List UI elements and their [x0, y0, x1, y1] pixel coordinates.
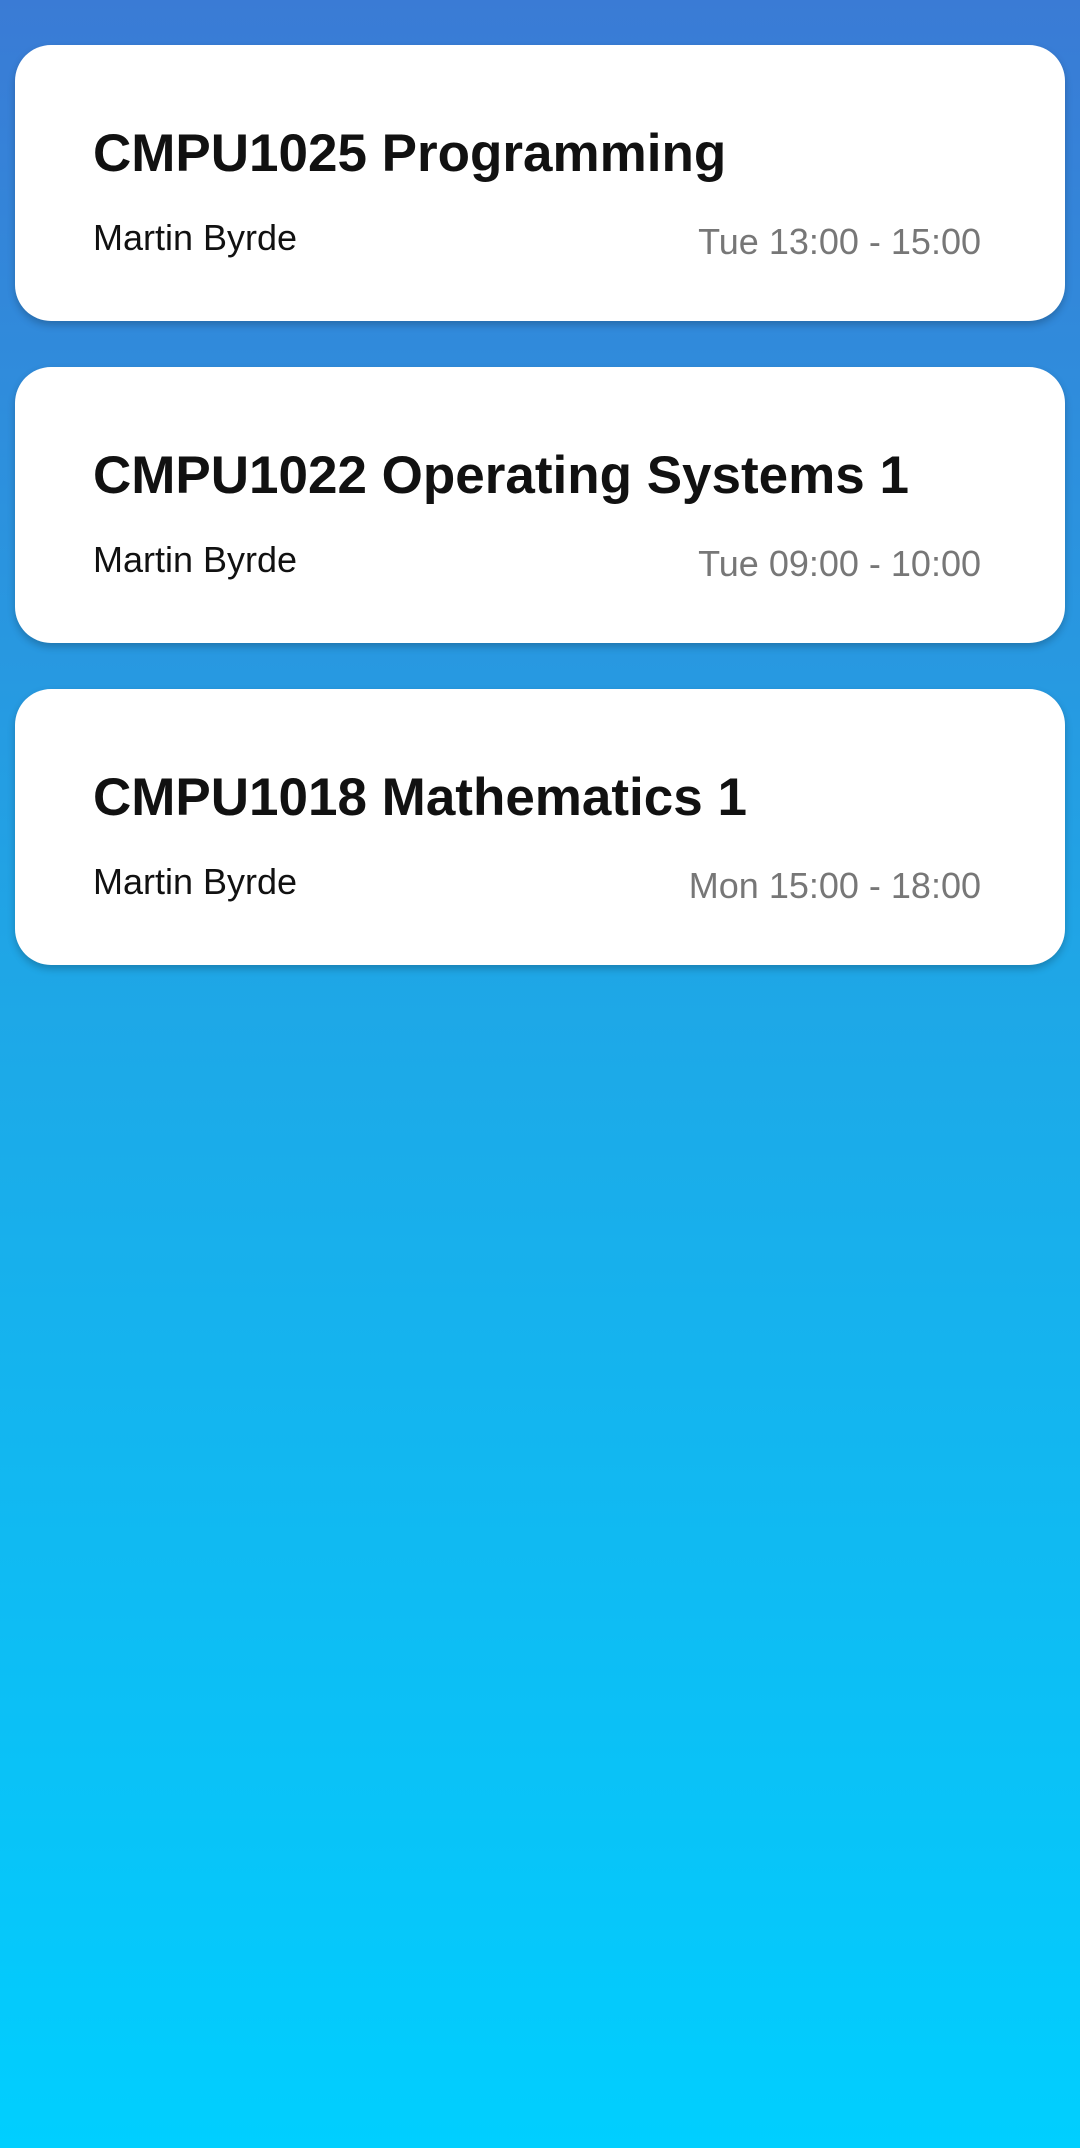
course-lecturer: Martin Byrde [93, 539, 298, 580]
course-time: Tue 09:00 - 10:00 [698, 543, 981, 584]
course-list: CMPU1025 Programming Martin Byrde Tue 13… [15, 45, 1065, 1011]
course-title: CMPU1022 Operating Systems 1 [93, 446, 909, 505]
course-lecturer: Martin Byrde [93, 861, 298, 902]
course-card[interactable]: CMPU1025 Programming Martin Byrde Tue 13… [15, 45, 1065, 321]
course-title: CMPU1025 Programming [93, 124, 727, 183]
course-time: Tue 13:00 - 15:00 [698, 221, 981, 262]
course-time: Mon 15:00 - 18:00 [688, 865, 981, 906]
course-lecturer: Martin Byrde [93, 217, 298, 258]
course-card[interactable]: CMPU1022 Operating Systems 1 Martin Byrd… [15, 367, 1065, 643]
course-card[interactable]: CMPU1018 Mathematics 1 Martin Byrde Mon … [15, 689, 1065, 965]
course-title: CMPU1018 Mathematics 1 [93, 768, 747, 827]
